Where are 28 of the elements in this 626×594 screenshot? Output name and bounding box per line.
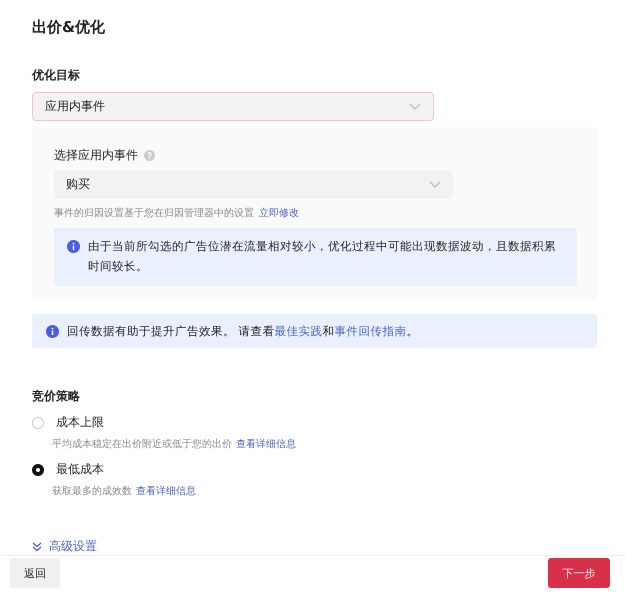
field-label: 选择应用内事件 [54,147,138,164]
page-title: 出价&优化 [32,18,106,37]
chevron-down-icon [429,180,441,188]
double-chevron-down-icon [32,542,42,552]
guide-link[interactable]: 最佳实践 [274,324,323,338]
option-label: 最低成本 [56,461,104,478]
info-icon [46,325,59,338]
goal-select[interactable]: 应用内事件 [32,92,434,121]
notice-text: 回传数据有助于提升广告效果。 请查看最佳实践和事件回传指南。 [67,323,419,340]
event-select[interactable]: 购买 [54,170,453,199]
advanced-settings-link[interactable]: 高级设置 [32,538,97,555]
field-label: 优化目标 [32,67,80,84]
option-label: 成本上限 [56,414,104,431]
option-description: 平均成本稳定在出价附近或低于您的出价 [52,438,232,451]
radio-button[interactable] [32,464,44,476]
details-link[interactable]: 查看详细信息 [236,437,296,451]
next-button[interactable]: 下一步 [548,558,610,588]
info-icon [67,240,80,253]
section-label: 竞价策略 [32,388,80,405]
option-description: 获取最多的成效数 [52,484,132,498]
hint-text: 事件的归因设置基于您在归因管理器中的设置 [54,206,254,220]
modify-link[interactable]: 立即修改 [259,206,299,220]
chevron-down-icon [409,102,421,110]
details-link[interactable]: 查看详细信息 [136,484,196,498]
guide-link[interactable]: 事件回传指南 [334,324,407,338]
back-button[interactable]: 返回 [10,558,60,588]
help-icon[interactable] [144,150,155,161]
notice-text: 由于当前所勾选的广告位潜在流量相对较小，优化过程中可能出现数据波动，且数据积累时间较长。 [88,238,557,275]
